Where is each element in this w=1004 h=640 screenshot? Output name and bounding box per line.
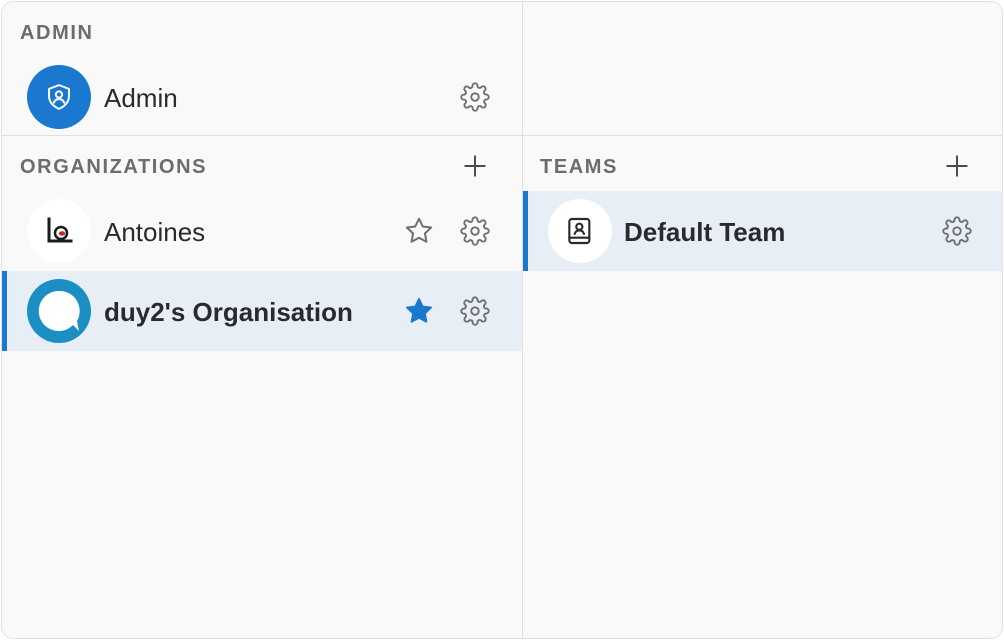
- admin-avatar: [27, 65, 91, 129]
- settings-button-antoines[interactable]: [457, 213, 493, 249]
- selected-indicator: [2, 271, 7, 351]
- organization-item-label: duy2's Organisation: [104, 297, 353, 327]
- antoines-logo-icon: [47, 217, 73, 243]
- star-filled-icon: [406, 297, 432, 323]
- duy2-avatar: [27, 279, 91, 343]
- admin-section-title: ADMIN: [20, 22, 94, 44]
- admin-item[interactable]: Admin: [2, 57, 522, 137]
- gear-icon: [942, 216, 972, 246]
- gear-icon: [460, 82, 490, 112]
- organization-item-antoines[interactable]: Antoines: [2, 191, 522, 271]
- team-item-label: Default Team: [624, 217, 786, 247]
- antoines-avatar: [27, 199, 91, 263]
- gear-icon: [460, 216, 490, 246]
- admin-item-label: Admin: [104, 83, 178, 113]
- plus-icon: [946, 155, 968, 177]
- organizations-section-title: ORGANIZATIONS: [20, 156, 208, 178]
- app-frame: ADMIN Admin ORGANIZATIONS Antoines duy2'…: [1, 1, 1003, 639]
- team-settings-button[interactable]: [939, 213, 975, 249]
- settings-button-duy2[interactable]: [457, 293, 493, 329]
- organization-item-label: Antoines: [104, 217, 206, 247]
- plus-icon: [464, 155, 486, 177]
- favorite-toggle-duy2[interactable]: [401, 293, 437, 329]
- column-divider: [522, 2, 523, 638]
- add-team-button[interactable]: [941, 150, 973, 182]
- star-outline-icon: [405, 217, 433, 243]
- add-organization-button[interactable]: [459, 150, 491, 182]
- chat-bubble-icon: [38, 290, 80, 331]
- gear-icon: [460, 296, 490, 326]
- selected-indicator: [523, 191, 528, 271]
- team-avatar: [548, 199, 612, 263]
- team-item-default[interactable]: Default Team: [523, 191, 1002, 271]
- organization-item-duy2[interactable]: duy2's Organisation: [2, 271, 522, 351]
- favorite-toggle-antoines[interactable]: [401, 213, 437, 249]
- admin-settings-button[interactable]: [457, 79, 493, 115]
- teams-section-title: TEAMS: [540, 156, 618, 178]
- shield-user-icon: [48, 84, 70, 110]
- teams-top-divider: [522, 135, 1002, 136]
- contact-book-icon: [568, 217, 591, 245]
